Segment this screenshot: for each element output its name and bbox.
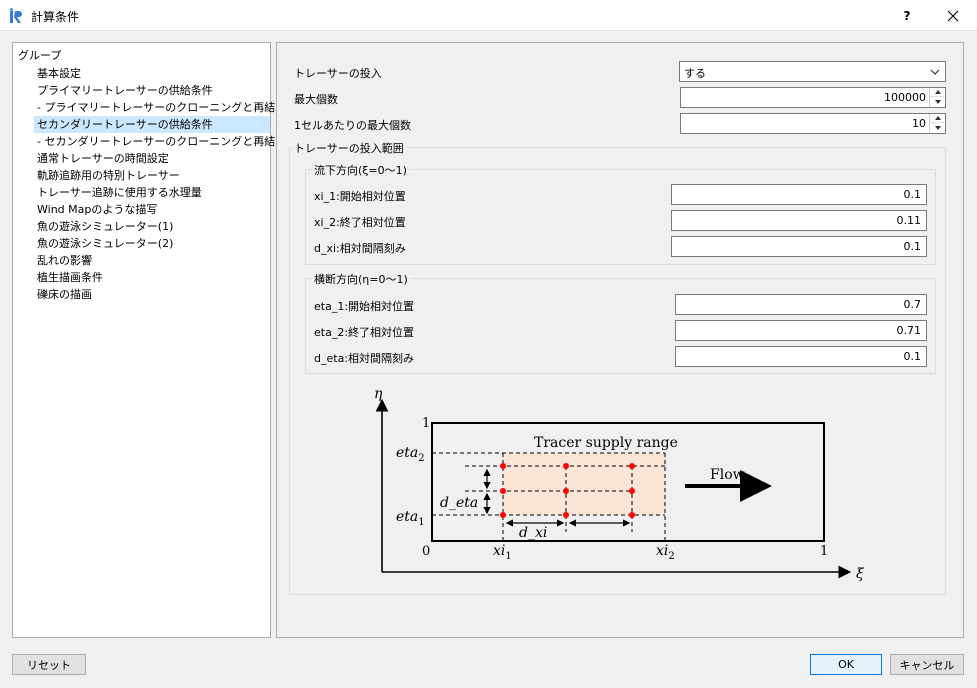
tracer-point bbox=[563, 512, 569, 518]
tree-item-vegetation[interactable]: 植生描画条件 bbox=[13, 269, 270, 286]
eta2-value: 0.71 bbox=[896, 324, 922, 337]
tracer-point bbox=[563, 488, 569, 494]
zero-label: 0 bbox=[422, 544, 430, 559]
tracer-point bbox=[500, 488, 506, 494]
supply-range-title: トレーサーの投入範囲 bbox=[292, 140, 406, 156]
group-tree[interactable]: グループ 基本設定 プライマリートレーサーの供給条件 - プライマリートレーサー… bbox=[12, 42, 286, 638]
tree-item-primary-cloning[interactable]: - プライマリートレーサーのクローニングと再結合 bbox=[13, 99, 286, 116]
max-count-spinbox[interactable]: 100000 bbox=[680, 87, 946, 108]
stream-direction-title: 流下方向(ξ=0～1) bbox=[312, 162, 409, 178]
chevron-down-icon bbox=[930, 69, 940, 75]
deta-input[interactable]: 0.1 bbox=[675, 346, 927, 367]
tracer-point bbox=[500, 512, 506, 518]
tracer-point bbox=[563, 463, 569, 469]
xi2-input[interactable]: 0.11 bbox=[671, 210, 927, 231]
tracer-input-select[interactable]: する bbox=[679, 61, 946, 82]
flow-label: Flow bbox=[710, 467, 745, 483]
app-icon bbox=[10, 8, 22, 23]
tree-item-time-setting[interactable]: 通常トレーサーの時間設定 bbox=[13, 150, 270, 167]
tracer-input-value: する bbox=[684, 67, 706, 80]
tree-root-label[interactable]: グループ bbox=[18, 47, 61, 63]
dxi-label: d_xi:相対間隔刻み bbox=[314, 242, 406, 255]
eta2-input[interactable]: 0.71 bbox=[675, 320, 927, 341]
deta-label: d_eta:相対間隔刻み bbox=[314, 352, 415, 365]
tree-item-basic[interactable]: 基本設定 bbox=[13, 65, 270, 82]
help-button[interactable]: ? bbox=[885, 0, 929, 31]
xi1-label: xi_1:開始相対位置 bbox=[314, 190, 406, 203]
tracer-point bbox=[629, 488, 635, 494]
max-count-down-button[interactable] bbox=[930, 97, 945, 106]
max-per-cell-stepper bbox=[929, 114, 945, 133]
max-count-value: 100000 bbox=[884, 91, 926, 104]
arrow-up-icon bbox=[934, 90, 941, 94]
title-bar: 計算条件 ? bbox=[0, 0, 977, 31]
eta1-input[interactable]: 0.7 bbox=[675, 294, 927, 315]
xi-axis-label: ξ bbox=[856, 566, 865, 582]
max-count-stepper bbox=[929, 88, 945, 107]
arrow-down-icon bbox=[934, 99, 941, 104]
dxi-input[interactable]: 0.1 bbox=[671, 236, 927, 257]
close-button[interactable] bbox=[931, 0, 975, 31]
tree-item-trajectory-tracer[interactable]: 軌跡追跡用の特別トレーサー bbox=[13, 167, 270, 184]
eta1-value: 0.7 bbox=[903, 298, 922, 311]
xi1-label: xi1 bbox=[493, 543, 512, 562]
supply-range-rect bbox=[503, 453, 665, 515]
tree-item-gravel-bed[interactable]: 礫床の描画 bbox=[13, 286, 270, 303]
tracer-point bbox=[629, 512, 635, 518]
ok-button[interactable]: OK bbox=[810, 654, 882, 675]
window-title: 計算条件 bbox=[31, 10, 80, 24]
tree-item-fish-sim-2[interactable]: 魚の遊泳シミュレーター(2) bbox=[13, 235, 270, 252]
one-top-label: 1 bbox=[422, 416, 430, 431]
max-per-cell-spinbox[interactable]: 10 bbox=[680, 113, 946, 134]
max-count-up-button[interactable] bbox=[930, 88, 945, 97]
cancel-button[interactable]: キャンセル bbox=[890, 654, 964, 675]
max-count-label: 最大個数 bbox=[294, 93, 338, 106]
tree-item-fish-sim-1[interactable]: 魚の遊泳シミュレーター(1) bbox=[13, 218, 270, 235]
xi2-label: xi2 bbox=[656, 543, 675, 562]
max-per-cell-label: 1セルあたりの最大個数 bbox=[294, 119, 411, 132]
tree-list: 基本設定 プライマリートレーサーの供給条件 - プライマリートレーサーのクローニ… bbox=[13, 65, 286, 303]
eta-axis-label: η bbox=[374, 386, 383, 402]
eta1-label: eta1 bbox=[396, 509, 425, 528]
arrow-up-icon bbox=[934, 116, 941, 120]
max-per-cell-up-button[interactable] bbox=[930, 114, 945, 123]
reset-button[interactable]: リセット bbox=[12, 654, 86, 675]
close-icon bbox=[947, 10, 959, 21]
xi2-label: xi_2:終了相対位置 bbox=[314, 216, 406, 229]
eta2-label: eta2 bbox=[396, 445, 425, 464]
tree-item-secondary-cloning[interactable]: - セカンダリートレーサーのクローニングと再結合 bbox=[13, 133, 286, 150]
dxi-value: 0.1 bbox=[903, 240, 922, 253]
one-right-label: 1 bbox=[820, 544, 828, 559]
tracer-input-label: トレーサーの投入 bbox=[294, 67, 382, 80]
deta-value: 0.1 bbox=[903, 350, 922, 363]
arrow-down-icon bbox=[934, 125, 941, 130]
d-xi-label: d_xi bbox=[519, 525, 547, 541]
tracer-supply-range-label: Tracer supply range bbox=[534, 435, 678, 451]
max-per-cell-value: 10 bbox=[912, 117, 926, 130]
supply-range-diagram: η ξ 1 0 1 Tracer supply range Flow eta2 … bbox=[374, 386, 865, 582]
tracer-point bbox=[500, 463, 506, 469]
xi1-input[interactable]: 0.1 bbox=[671, 184, 927, 205]
tree-item-secondary-supply[interactable]: セカンダリートレーサーの供給条件 bbox=[34, 116, 270, 133]
d-eta-label: d_eta bbox=[440, 495, 478, 511]
tree-item-wind-map[interactable]: Wind Mapのような描写 bbox=[13, 201, 270, 218]
eta1-label: eta_1:開始相対位置 bbox=[314, 300, 415, 313]
tracer-point bbox=[629, 463, 635, 469]
eta2-label: eta_2:終了相対位置 bbox=[314, 326, 415, 339]
xi2-value: 0.11 bbox=[896, 214, 922, 227]
tree-item-turbulence[interactable]: 乱れの影響 bbox=[13, 252, 270, 269]
tree-item-hydraulics[interactable]: トレーサー追跡に使用する水理量 bbox=[13, 184, 270, 201]
xi1-value: 0.1 bbox=[903, 188, 922, 201]
cross-direction-title: 横断方向(η=0～1) bbox=[312, 271, 410, 287]
max-per-cell-down-button[interactable] bbox=[930, 123, 945, 132]
tree-item-primary-supply[interactable]: プライマリートレーサーの供給条件 bbox=[13, 82, 270, 99]
